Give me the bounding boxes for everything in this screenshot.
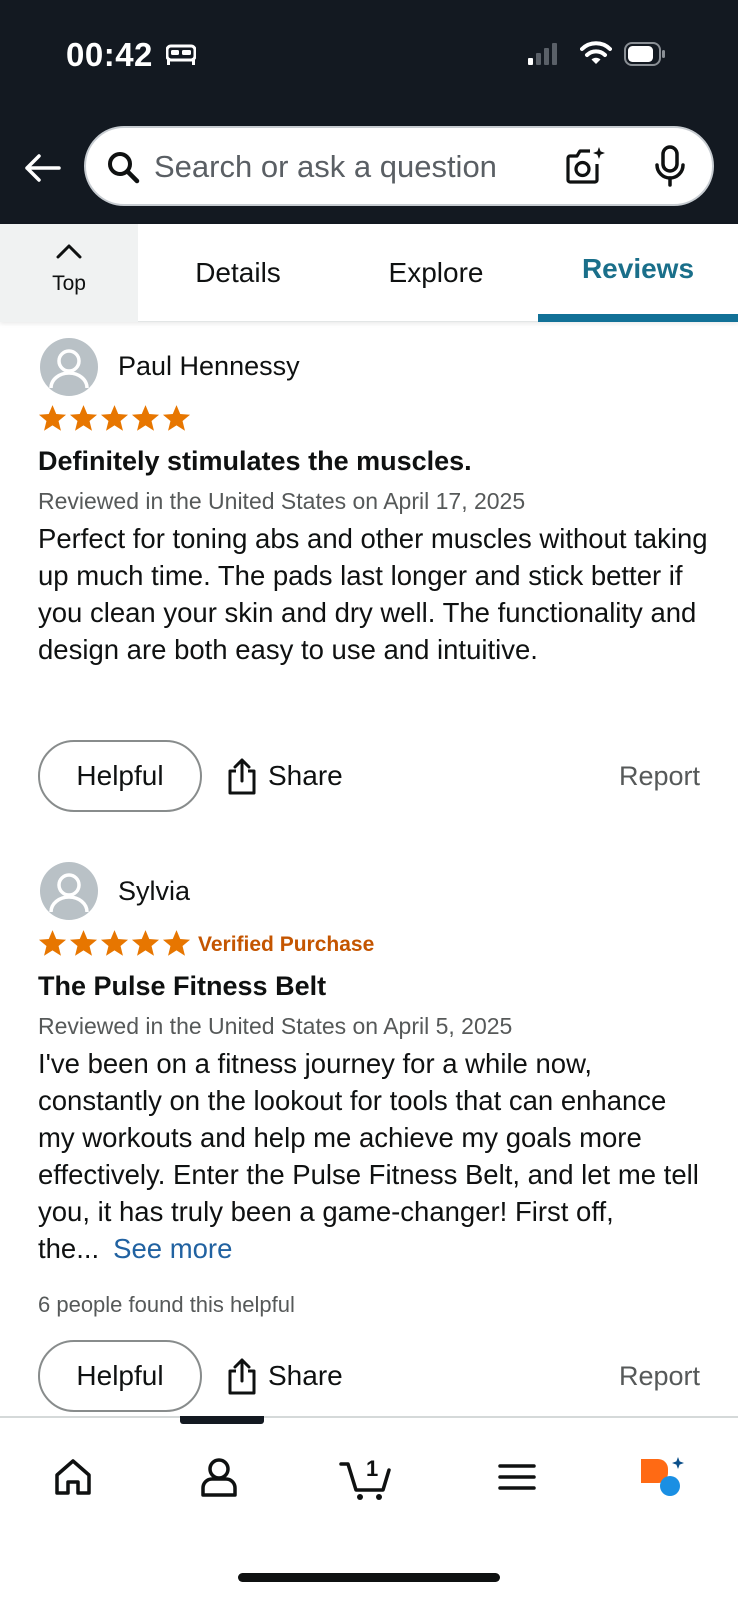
star-icon — [131, 405, 160, 431]
helpful-button[interactable]: Helpful — [38, 740, 202, 812]
helpful-button[interactable]: Helpful — [38, 1340, 202, 1412]
search-icon — [108, 152, 140, 184]
star-rating — [38, 404, 191, 432]
reviewer-name: Sylvia — [118, 876, 191, 906]
active-tab-indicator — [538, 314, 738, 322]
see-more-link[interactable]: See more — [113, 1233, 232, 1264]
cart-count: 1 — [366, 1456, 378, 1481]
share-label: Share — [268, 1360, 343, 1391]
star-icon — [162, 930, 191, 956]
share-icon — [228, 1358, 256, 1395]
camera-search-icon[interactable] — [564, 144, 608, 188]
review-body-text: I've been on a fitness journey for a whi… — [38, 1048, 699, 1264]
nav-cart[interactable]: 1 — [332, 1442, 402, 1512]
review-body: Perfect for toning abs and other muscles… — [38, 523, 708, 665]
avatar — [40, 338, 98, 396]
review-date: Reviewed in the United States on April 5… — [38, 1013, 513, 1039]
share-button[interactable]: Share — [226, 1340, 343, 1412]
star-icon — [131, 930, 160, 956]
star-icon — [38, 405, 67, 431]
share-icon — [228, 758, 256, 795]
battery-icon — [624, 42, 665, 66]
report-link[interactable]: Report — [619, 740, 700, 812]
tab-top-label: Top — [52, 272, 86, 295]
nav-account[interactable] — [184, 1442, 254, 1512]
review-body: I've been on a fitness journey for a whi… — [38, 1045, 708, 1267]
search-bar[interactable] — [84, 126, 714, 206]
report-link[interactable]: Report — [619, 1340, 700, 1412]
tab-reviews[interactable]: Reviews — [538, 224, 738, 322]
review-title: The Pulse Fitness Belt — [38, 971, 327, 1001]
star-icon — [69, 930, 98, 956]
helpful-count: 6 people found this helpful — [38, 1292, 295, 1317]
nav-rufus[interactable] — [628, 1442, 698, 1512]
tab-details[interactable]: Details — [140, 224, 336, 322]
microphone-icon[interactable] — [652, 144, 688, 188]
app-header: 00:42 — [0, 0, 738, 224]
wifi-icon — [580, 41, 612, 64]
account-icon — [201, 1458, 237, 1497]
home-indicator-bar — [238, 1573, 500, 1582]
sleep-focus-icon — [166, 44, 196, 65]
star-icon — [100, 930, 129, 956]
search-input[interactable] — [154, 142, 554, 192]
review-title: Definitely stimulates the muscles. — [38, 446, 472, 476]
star-icon — [100, 405, 129, 431]
verified-purchase-badge: Verified Purchase — [198, 933, 375, 956]
user-silhouette-icon — [49, 349, 89, 389]
chevron-up-icon — [56, 244, 82, 259]
product-section-tabs: Top Details Explore Reviews — [0, 224, 738, 322]
reviewer-name: Paul Hennessy — [118, 351, 300, 381]
back-button[interactable] — [20, 148, 64, 188]
tab-explore[interactable]: Explore — [338, 224, 534, 322]
star-icon — [38, 930, 67, 956]
rufus-assistant-icon — [641, 1457, 684, 1496]
nav-menu[interactable] — [482, 1442, 552, 1512]
share-label: Share — [268, 760, 343, 791]
star-rating — [38, 929, 191, 957]
avatar — [40, 862, 98, 920]
active-nav-indicator — [180, 1416, 264, 1424]
star-icon — [162, 405, 191, 431]
home-icon — [55, 1459, 91, 1495]
cellular-signal-icon — [528, 43, 557, 65]
cart-icon: 1 — [339, 1456, 391, 1500]
user-silhouette-icon — [49, 873, 89, 913]
review-date: Reviewed in the United States on April 1… — [38, 488, 526, 514]
menu-icon — [498, 1464, 536, 1490]
tab-top[interactable]: Top — [0, 224, 138, 322]
status-time: 00:42 — [66, 36, 153, 73]
share-button[interactable]: Share — [226, 740, 343, 812]
arrow-left-icon — [25, 154, 61, 182]
nav-home[interactable] — [38, 1442, 108, 1512]
star-icon — [69, 405, 98, 431]
